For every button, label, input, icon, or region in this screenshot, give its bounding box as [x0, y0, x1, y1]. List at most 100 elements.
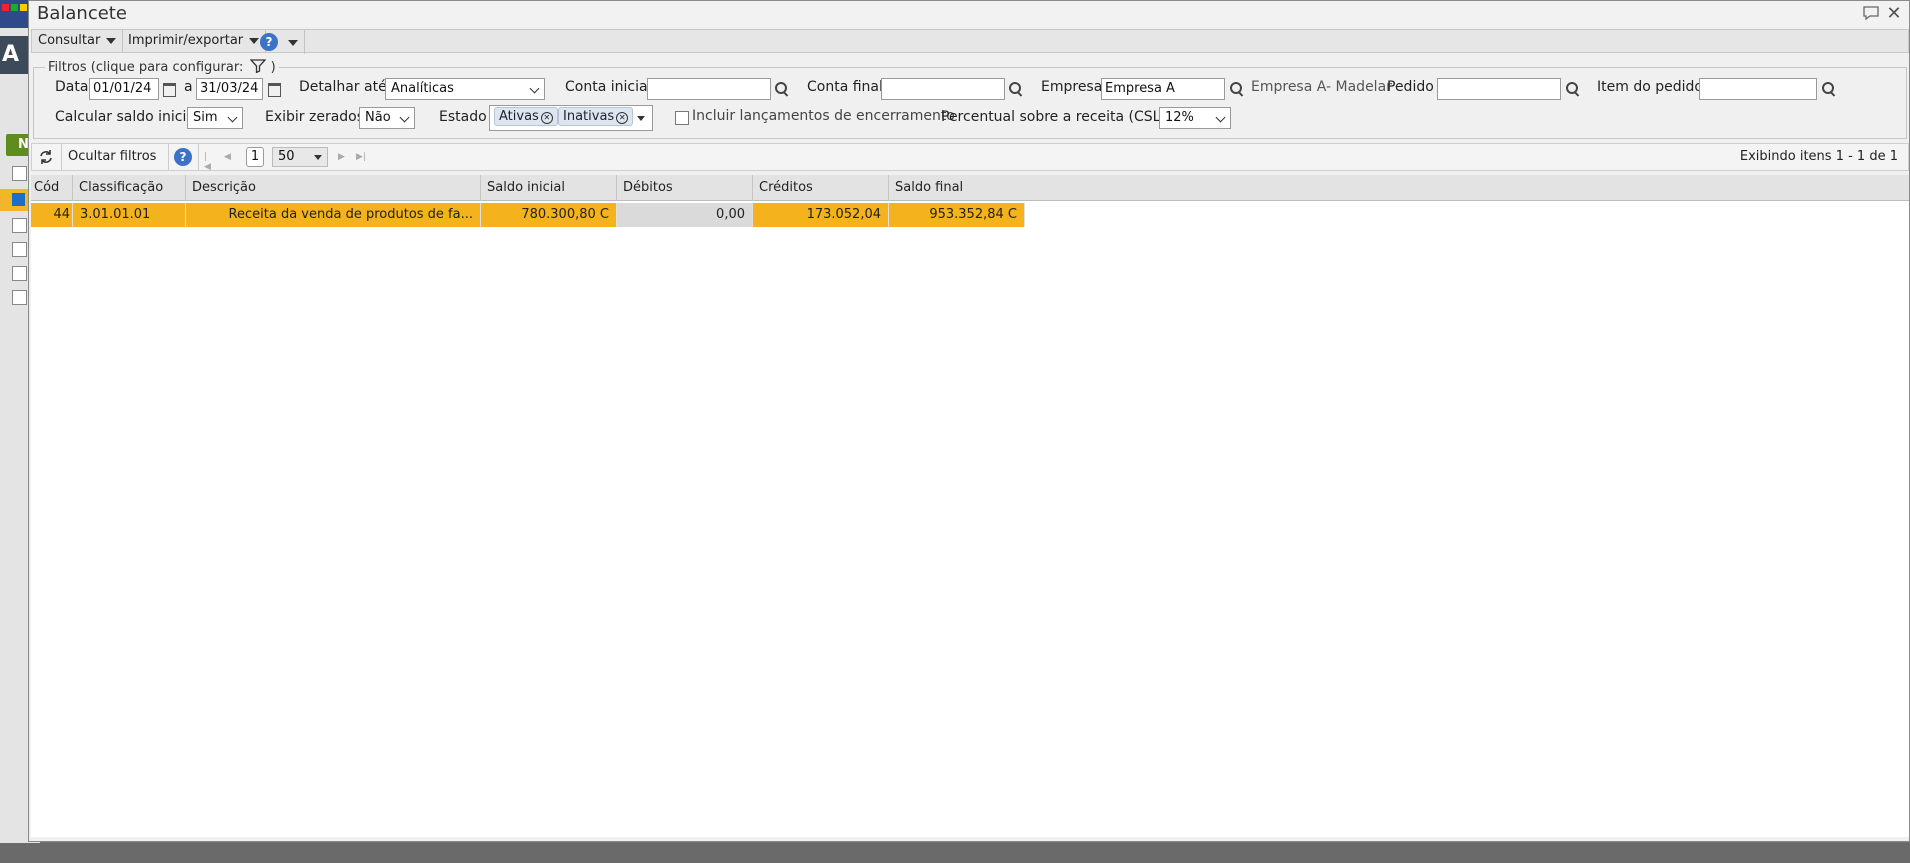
search-icon[interactable]	[774, 81, 790, 97]
column-header-cod[interactable]: Cód	[31, 175, 73, 201]
filters-legend[interactable]: Filtros (clique para configurar: )	[45, 59, 279, 75]
imprimir-exportar-menu[interactable]: Imprimir/exportar	[122, 30, 267, 52]
conta-final-label: Conta final	[807, 79, 883, 95]
chevron-down-icon	[227, 112, 238, 123]
chevron-down-icon[interactable]	[637, 116, 645, 121]
conta-inicial-input[interactable]	[647, 78, 771, 100]
cell-creditos[interactable]: 173.052,04	[753, 203, 889, 227]
column-header-creditos[interactable]: Créditos	[753, 175, 889, 201]
detalhar-select[interactable]: Analíticas	[385, 78, 545, 100]
percentual-label: Percentual sobre a receita (CSLL)	[941, 109, 1174, 125]
chevron-down-icon	[1215, 112, 1226, 123]
column-header-debitos[interactable]: Débitos	[617, 175, 753, 201]
column-header-descricao[interactable]: Descrição	[186, 175, 481, 201]
estado-tag-inativas[interactable]: Inativas ✕	[558, 107, 634, 126]
background-checkbox	[12, 218, 27, 233]
page-size-select[interactable]: 50	[272, 147, 328, 167]
grid-header: Cód Classificação Descrição Saldo inicia…	[31, 175, 1909, 201]
column-header-saldo-inicial[interactable]: Saldo inicial	[481, 175, 617, 201]
next-page-icon[interactable]: ▶	[338, 152, 346, 162]
estado-tag-ativas[interactable]: Ativas ✕	[494, 107, 558, 126]
background-footer	[0, 843, 1910, 863]
percentual-value: 12%	[1165, 110, 1194, 125]
chevron-down-icon	[288, 39, 298, 46]
grid-toolbar: Ocultar filtros ? |◀ ◀ 1 50 ▶ ▶| Exibind…	[31, 143, 1909, 172]
column-header-saldo-final[interactable]: Saldo final	[889, 175, 1025, 201]
chevron-down-icon	[106, 37, 117, 44]
first-page-icon[interactable]: |◀	[204, 152, 212, 172]
date-separator: a	[184, 79, 193, 95]
incluir-encerramento-label: Incluir lançamentos de encerramento	[692, 108, 955, 124]
date-to-input[interactable]: 31/03/24	[196, 78, 263, 100]
detalhar-value: Analíticas	[391, 81, 454, 96]
search-icon[interactable]	[1565, 81, 1581, 97]
refresh-icon[interactable]	[38, 149, 54, 165]
date-from-input[interactable]: 01/01/24	[89, 78, 159, 100]
conta-final-input[interactable]	[881, 78, 1005, 100]
cell-saldo-final[interactable]: 953.352,84 C	[889, 203, 1025, 227]
background-checkbox	[12, 193, 25, 206]
search-icon[interactable]	[1008, 81, 1024, 97]
calcular-label: Calcular saldo inicial	[55, 109, 199, 125]
incluir-encerramento-checkbox[interactable]	[675, 111, 689, 125]
calcular-select[interactable]: Sim	[187, 107, 243, 129]
percentual-select[interactable]: 12%	[1159, 107, 1231, 129]
calendar-icon[interactable]	[163, 83, 176, 97]
chevron-down-icon	[314, 155, 322, 160]
balancete-dialog: Balancete ✕ Consultar Imprimir/exportar …	[28, 0, 1910, 842]
background-checkbox	[12, 266, 27, 281]
item-pedido-input[interactable]	[1699, 78, 1817, 100]
calcular-value: Sim	[193, 110, 218, 125]
background-checkbox	[12, 290, 27, 305]
help-icon[interactable]: ?	[174, 148, 192, 166]
filters-legend-end: )	[270, 60, 276, 75]
search-icon[interactable]	[1821, 81, 1837, 97]
cell-descricao[interactable]: Receita da venda de produtos de fa...	[186, 203, 481, 227]
help-menu[interactable]: ?	[254, 30, 305, 54]
remove-tag-icon[interactable]: ✕	[540, 112, 553, 124]
calendar-icon[interactable]	[268, 83, 281, 97]
tag-label: Inativas	[563, 109, 615, 124]
tag-label: Ativas	[499, 109, 539, 124]
close-icon[interactable]: ✕	[1885, 5, 1903, 23]
pedido-label: Pedido	[1387, 79, 1434, 95]
cell-classificacao[interactable]: 3.01.01.01	[73, 203, 186, 227]
search-icon[interactable]	[1229, 81, 1245, 97]
last-page-icon[interactable]: ▶|	[356, 152, 366, 162]
column-header-classificacao[interactable]: Classificação	[73, 175, 186, 201]
conta-inicial-label: Conta inicial	[565, 79, 652, 95]
pedido-input[interactable]	[1437, 78, 1561, 100]
zerados-select[interactable]: Não	[359, 107, 415, 129]
previous-page-icon[interactable]: ◀	[224, 152, 232, 162]
remove-tag-icon[interactable]: ✕	[616, 112, 629, 124]
chevron-down-icon	[529, 83, 540, 94]
detalhar-label: Detalhar até	[299, 79, 387, 95]
cell-debitos[interactable]: 0,00	[617, 203, 753, 227]
hide-filters-button[interactable]: Ocultar filtros	[68, 149, 156, 164]
app-logo	[0, 0, 30, 28]
item-pedido-label: Item do pedido	[1597, 79, 1703, 95]
empresa-description: Empresa A- Madelar	[1251, 79, 1392, 95]
background-checkbox	[12, 242, 27, 257]
page-number-input[interactable]: 1	[246, 147, 264, 167]
zerados-value: Não	[365, 110, 391, 125]
help-icon: ?	[260, 33, 278, 51]
empresa-label: Empresa	[1041, 79, 1103, 95]
items-status: Exibindo itens 1 - 1 de 1	[1739, 149, 1898, 164]
estado-label: Estado	[439, 109, 487, 125]
grid-body: 44 3.01.01.01 Receita da venda de produt…	[31, 201, 1909, 837]
cell-saldo-inicial[interactable]: 780.300,80 C	[481, 203, 617, 227]
zerados-label: Exibir zerados	[265, 109, 365, 125]
filters-legend-text: Filtros (clique para configurar:	[48, 60, 244, 75]
consultar-menu[interactable]: Consultar	[32, 30, 124, 52]
filter-icon[interactable]	[249, 59, 267, 74]
title-bar: Balancete ✕	[29, 1, 1909, 27]
comment-icon[interactable]	[1862, 5, 1880, 23]
window-title: Balancete	[37, 3, 127, 24]
cell-cod[interactable]: 44	[31, 203, 73, 227]
empresa-input[interactable]: Empresa A	[1101, 78, 1225, 100]
data-label: Data	[55, 79, 89, 95]
background-checkbox	[12, 166, 27, 181]
chevron-down-icon	[399, 112, 410, 123]
menu-bar: Consultar Imprimir/exportar ?	[31, 29, 1909, 54]
